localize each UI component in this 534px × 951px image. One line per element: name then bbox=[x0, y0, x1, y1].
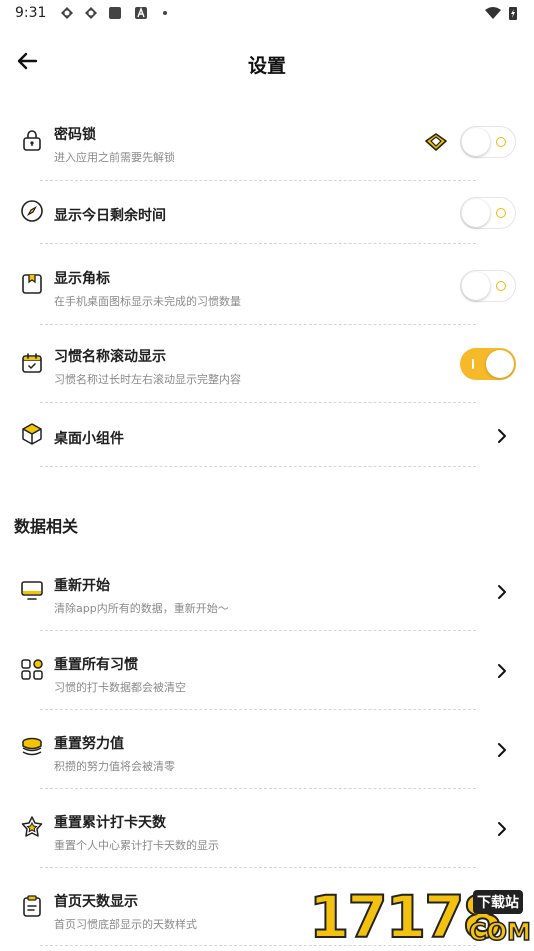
divider bbox=[40, 630, 476, 631]
scroll-habit-desc: 习惯名称过长时左右滚动显示完整内容 bbox=[54, 373, 241, 386]
desktop-widget-label: 桌面小组件 bbox=[54, 431, 124, 447]
reset-habits-label: 重置所有习惯 bbox=[54, 657, 138, 673]
divider bbox=[40, 788, 476, 789]
scroll-habit-toggle[interactable] bbox=[460, 348, 516, 380]
setting-desktop-widget[interactable]: 桌面小组件 bbox=[18, 406, 518, 466]
chevron-right-icon[interactable] bbox=[496, 428, 508, 444]
data-item-reset-effort[interactable]: 重置努力值 积攒的努力值将会被清零 bbox=[18, 720, 518, 780]
more-dot-icon bbox=[163, 11, 167, 15]
site-watermark: 17178 下载站 COM bbox=[305, 883, 534, 951]
status-bar: 9:31 bbox=[0, 0, 534, 28]
password-lock-toggle[interactable] bbox=[460, 126, 516, 158]
diamond-icon bbox=[425, 133, 447, 151]
watermark-domain: COM bbox=[468, 917, 531, 947]
divider bbox=[40, 402, 476, 403]
badge-desc: 在手机桌面图标显示未完成的习惯数量 bbox=[54, 295, 241, 308]
divider bbox=[40, 324, 476, 325]
monitor-icon bbox=[21, 581, 43, 600]
data-item-reset-habits[interactable]: 重置所有习惯 习惯的打卡数据都会被清空 bbox=[18, 641, 518, 701]
wifi-icon bbox=[485, 7, 501, 19]
reset-days-label: 重置累计打卡天数 bbox=[54, 815, 166, 831]
app-header: 设置 bbox=[0, 40, 534, 84]
setting-scroll-habit-name: 习惯名称滚动显示 习惯名称过长时左右滚动显示完整内容 bbox=[18, 335, 518, 395]
page-title: 设置 bbox=[247, 55, 286, 77]
reset-days-desc: 重置个人中心累计打卡天数的显示 bbox=[54, 839, 219, 852]
divider bbox=[40, 867, 476, 868]
font-notification-icon bbox=[135, 7, 147, 19]
square-notification-icon bbox=[109, 7, 121, 19]
setting-password-lock: 密码锁 进入应用之前需要先解锁 bbox=[18, 112, 518, 172]
data-item-reset-days[interactable]: 重置累计打卡天数 重置个人中心累计打卡天数的显示 bbox=[18, 799, 518, 859]
badge-label: 显示角标 bbox=[54, 271, 110, 287]
password-lock-desc: 进入应用之前需要先解锁 bbox=[54, 151, 175, 164]
setting-show-remaining-time: 显示今日剩余时间 bbox=[18, 183, 518, 243]
compass-icon bbox=[21, 200, 43, 222]
battery-icon bbox=[509, 7, 517, 20]
divider bbox=[40, 709, 476, 710]
clipboard-icon bbox=[23, 895, 41, 917]
data-item-restart[interactable]: 重新开始 清除app内所有的数据，重新开始～ bbox=[18, 562, 518, 622]
section-title-data: 数据相关 bbox=[14, 517, 79, 536]
restart-desc: 清除app内所有的数据，重新开始～ bbox=[54, 602, 229, 615]
remaining-time-toggle[interactable] bbox=[460, 197, 516, 229]
scroll-habit-label: 习惯名称滚动显示 bbox=[54, 349, 166, 365]
chevron-right-icon[interactable] bbox=[496, 742, 508, 758]
chevron-right-icon[interactable] bbox=[496, 663, 508, 679]
restart-label: 重新开始 bbox=[54, 578, 110, 594]
bookmark-card-icon bbox=[22, 274, 42, 294]
home-days-desc: 首页习惯底部显示的天数样式 bbox=[54, 918, 197, 931]
coins-icon bbox=[22, 737, 42, 756]
cube-icon bbox=[22, 423, 42, 445]
chevron-right-icon[interactable] bbox=[496, 821, 508, 837]
app-notification-icon-2 bbox=[85, 7, 97, 19]
reset-effort-desc: 积攒的努力值将会被清零 bbox=[54, 760, 175, 773]
grid-icon bbox=[21, 659, 43, 680]
divider bbox=[40, 180, 476, 181]
status-time: 9:31 bbox=[15, 5, 47, 21]
divider bbox=[40, 466, 476, 467]
reset-habits-desc: 习惯的打卡数据都会被清空 bbox=[54, 681, 186, 694]
divider bbox=[40, 243, 476, 244]
remaining-time-label: 显示今日剩余时间 bbox=[54, 208, 166, 224]
star-badge-icon bbox=[21, 816, 43, 837]
home-days-label: 首页天数显示 bbox=[54, 894, 138, 910]
lock-icon bbox=[23, 130, 41, 151]
badge-toggle[interactable] bbox=[460, 270, 516, 302]
watermark-tag: 下载站 bbox=[473, 890, 523, 914]
password-lock-label: 密码锁 bbox=[54, 127, 96, 143]
calendar-check-icon bbox=[22, 353, 42, 373]
app-notification-icon bbox=[61, 7, 73, 19]
reset-effort-label: 重置努力值 bbox=[54, 736, 124, 752]
setting-show-badge: 显示角标 在手机桌面图标显示未完成的习惯数量 bbox=[18, 256, 518, 316]
chevron-right-icon[interactable] bbox=[496, 584, 508, 600]
